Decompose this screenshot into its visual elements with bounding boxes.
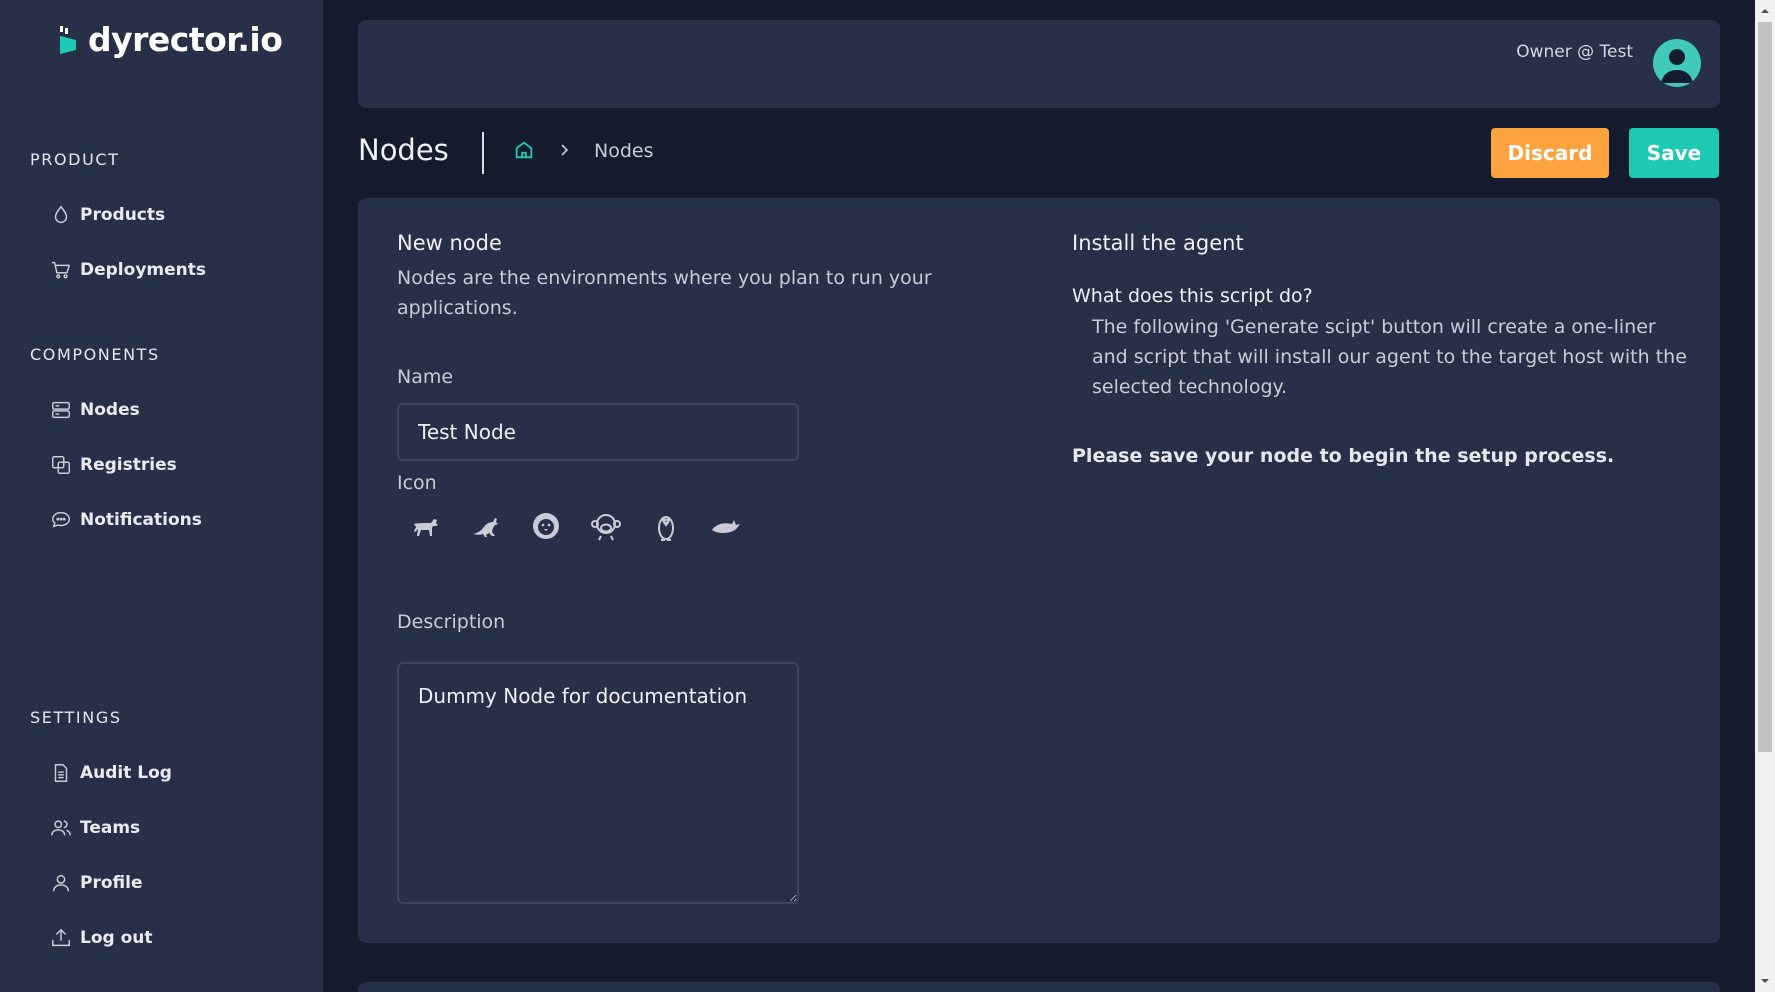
title-divider [482, 132, 484, 174]
lion-icon[interactable] [530, 510, 562, 542]
scroll-up-icon[interactable] [1760, 6, 1770, 16]
section-title-product: PRODUCT [30, 150, 120, 169]
setup-note: Please save your node to begin the setup… [1072, 445, 1615, 467]
server-icon [52, 401, 70, 419]
icon-picker [410, 510, 742, 542]
sidebar-item-audit-log[interactable]: Audit Log [50, 757, 172, 789]
description-label: Description [397, 611, 506, 633]
avatar-icon [1661, 49, 1693, 83]
sidebar-item-notifications[interactable]: Notifications [50, 504, 202, 536]
top-bar: Owner @ Test [358, 20, 1720, 108]
sidebar-item-label: Log out [80, 928, 153, 948]
cube-icon [54, 205, 68, 223]
description-textarea[interactable]: Dummy Node for documentation [397, 662, 799, 904]
discard-button[interactable]: Discard [1491, 128, 1609, 178]
name-input[interactable] [397, 403, 799, 461]
cart-icon [51, 261, 71, 279]
form-description: Nodes are the environments where you pla… [397, 267, 932, 319]
sidebar-item-label: Products [80, 205, 166, 225]
users-icon [51, 820, 71, 836]
sidebar-item-label: Deployments [80, 260, 206, 280]
breadcrumb-current[interactable]: Nodes [594, 140, 654, 162]
dyrector-logo-icon [60, 25, 76, 54]
page-scrollbar[interactable] [1755, 0, 1775, 992]
logo-text: dyrector.io [88, 20, 283, 59]
save-button[interactable]: Save [1629, 128, 1719, 178]
agent-answer: The following 'Generate scipt' button wi… [1092, 316, 1687, 398]
scroll-thumb[interactable] [1758, 22, 1772, 752]
sidebar-item-label: Nodes [80, 400, 140, 420]
sidebar-item-label: Audit Log [80, 763, 172, 783]
sidebar-item-label: Profile [80, 873, 143, 893]
penguin-icon[interactable] [650, 510, 682, 542]
sidebar-item-deployments[interactable]: Deployments [50, 254, 206, 286]
whale-icon[interactable] [710, 510, 742, 542]
user-label: Owner @ Test [1516, 42, 1633, 62]
avatar[interactable] [1653, 39, 1701, 87]
section-title-components: COMPONENTS [30, 345, 160, 364]
monkey-icon[interactable] [590, 510, 622, 542]
sidebar-item-registries[interactable]: Registries [50, 449, 177, 481]
section-title-settings: SETTINGS [30, 708, 122, 727]
sidebar-item-nodes[interactable]: Nodes [50, 394, 140, 426]
secondary-card [358, 982, 1720, 992]
upload-icon [52, 928, 70, 947]
agent-question: What does this script do? [1072, 285, 1313, 307]
kangaroo-icon[interactable] [470, 510, 502, 542]
copy-icon [52, 456, 70, 474]
sidebar-item-label: Registries [80, 455, 177, 475]
document-icon [54, 764, 68, 782]
form-heading: New node [397, 231, 502, 255]
agent-heading: Install the agent [1072, 231, 1244, 255]
page-title: Nodes [358, 133, 449, 167]
sidebar-item-profile[interactable]: Profile [50, 867, 142, 899]
icon-label: Icon [397, 472, 437, 494]
chevron-right-icon [561, 144, 569, 156]
scroll-down-icon[interactable] [1760, 976, 1770, 986]
logo[interactable]: dyrector.io [58, 20, 283, 59]
app: dyrector.io PRODUCT Products Deployments… [0, 0, 1775, 992]
sidebar-item-label: Teams [80, 818, 141, 838]
sidebar-item-logout[interactable]: Log out [50, 922, 153, 954]
home-icon[interactable] [513, 139, 535, 161]
sidebar-item-products[interactable]: Products [50, 199, 165, 231]
user-icon [52, 874, 70, 892]
sidebar: dyrector.io PRODUCT Products Deployments… [0, 0, 323, 992]
chat-icon [52, 511, 70, 528]
sidebar-item-teams[interactable]: Teams [50, 812, 140, 844]
sidebar-item-label: Notifications [80, 510, 202, 530]
name-label: Name [397, 366, 454, 388]
dog-icon[interactable] [410, 510, 442, 542]
